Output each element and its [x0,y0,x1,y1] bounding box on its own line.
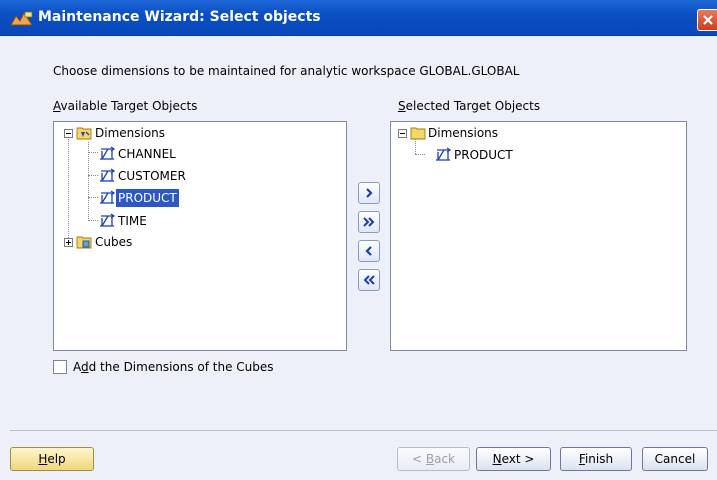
tree-node-time[interactable]: TIME [54,212,344,230]
tree-node-dimensions[interactable]: Dimensions [54,124,344,142]
finish-button[interactable]: Finish [560,447,632,471]
add-cube-dimensions-checkbox[interactable] [53,360,67,374]
selected-objects-label: Selected Target Objects [398,99,541,113]
footer-divider [10,430,717,431]
available-objects-label: Available Target Objects [53,99,198,113]
dimension-icon [99,213,116,233]
double-chevron-right-icon [363,217,375,227]
cancel-button[interactable]: Cancel [642,447,708,471]
tree-node-dimensions[interactable]: Dimensions [391,124,681,142]
dimension-icon [99,168,116,188]
dimension-icon [99,190,116,210]
tree-node-product-selected[interactable]: PRODUCT [54,189,344,207]
available-objects-tree[interactable]: Dimensions CHANNEL CUSTOMER PRODUCT TIME [53,121,347,351]
add-cube-dimensions-label[interactable]: Add the Dimensions of the Cubes [73,360,274,374]
instruction-text: Choose dimensions to be maintained for a… [53,64,520,78]
expand-toggle[interactable] [64,238,73,247]
next-button[interactable]: Next > [476,447,551,471]
dimension-icon [435,147,452,167]
move-left-button[interactable] [358,240,380,262]
tree-node-customer[interactable]: CUSTOMER [54,167,344,185]
move-right-button[interactable] [358,182,380,204]
folder-icon [410,125,426,145]
tree-node-channel[interactable]: CHANNEL [54,145,344,163]
chevron-left-icon [365,246,372,256]
title-bar: Maintenance Wizard: Select objects [0,0,717,36]
collapse-toggle[interactable] [64,129,73,138]
dimension-icon [99,146,116,166]
double-chevron-left-icon [363,275,375,285]
collapse-toggle[interactable] [398,129,407,138]
tree-node-cubes[interactable]: Cubes [54,233,344,251]
help-button[interactable]: Help [10,447,94,471]
close-window-button[interactable] [697,9,717,31]
selected-objects-tree[interactable]: Dimensions PRODUCT [390,121,687,351]
move-all-left-button[interactable] [358,269,380,291]
move-all-right-button[interactable] [358,211,380,233]
chevron-right-icon [366,188,373,198]
window-title: Maintenance Wizard: Select objects [38,9,321,25]
wizard-app-icon [10,11,34,27]
back-button[interactable]: < Back [397,447,470,471]
dimensions-folder-icon [76,125,92,145]
cubes-folder-icon [76,234,92,254]
close-icon [703,15,713,25]
tree-node-product[interactable]: PRODUCT [391,146,681,164]
